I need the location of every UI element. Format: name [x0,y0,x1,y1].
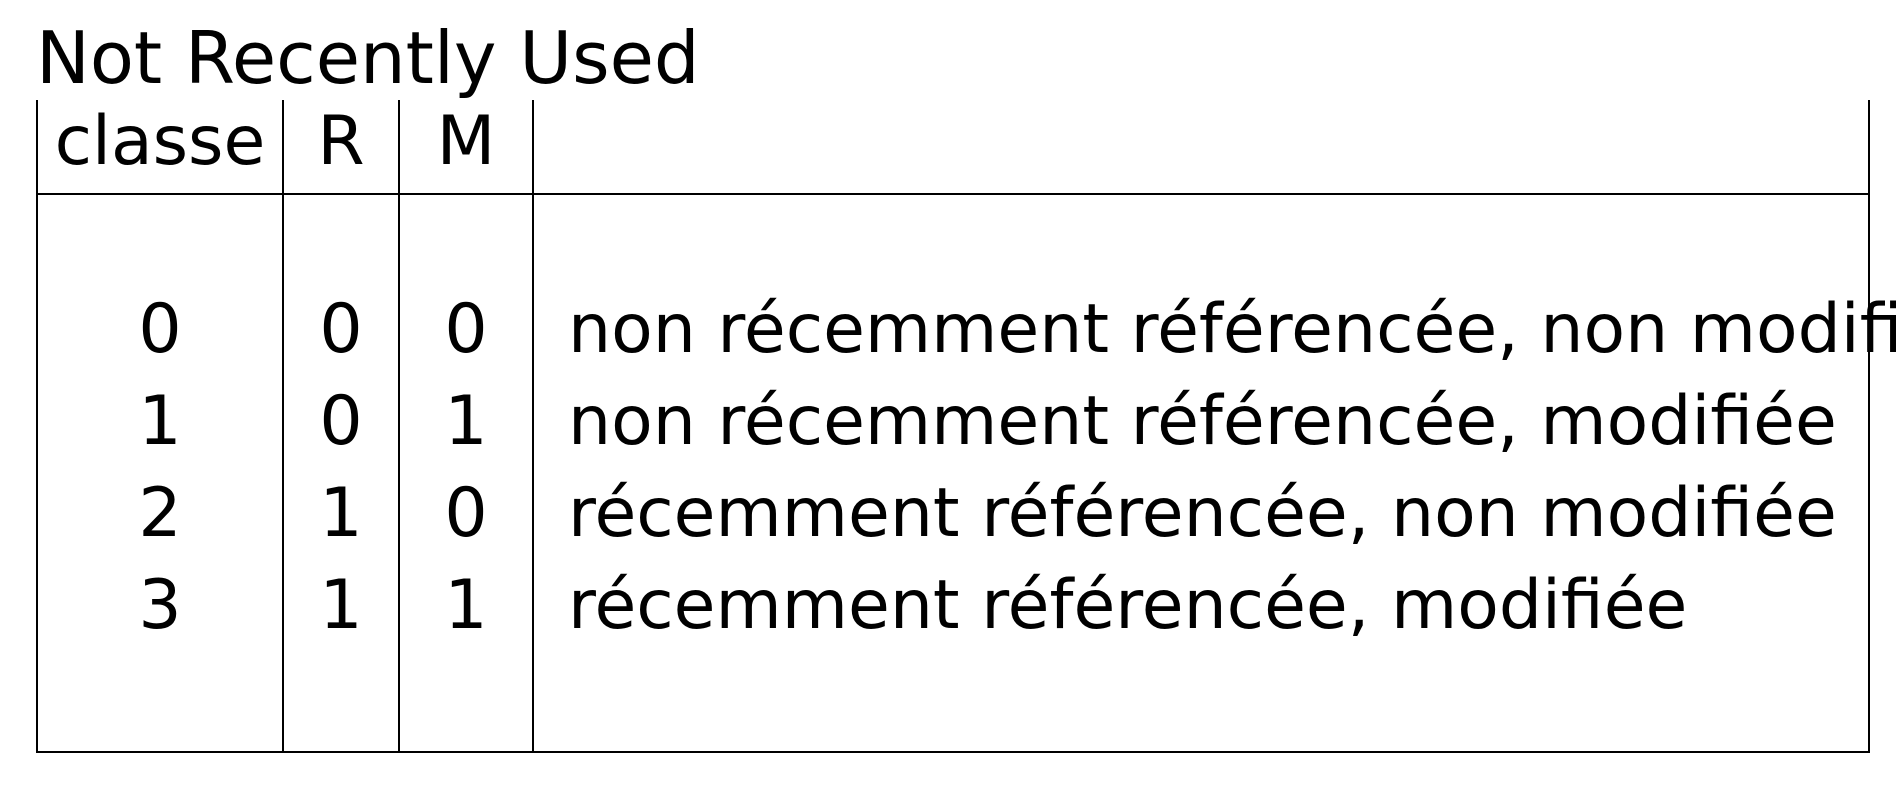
table-cell-description: non récemment référencée, modifiée [568,382,1837,461]
table-cell-classe: 2 [138,474,182,553]
table-cell-r: 0 [319,290,363,369]
table-cell-m: 0 [444,474,488,553]
table-cell-classe: 0 [138,290,182,369]
column-divider [532,100,534,753]
header-divider [36,193,1870,195]
table-cell-description: non récemment référencée, non modifiée [568,290,1896,369]
table-cell-classe: 3 [138,566,182,645]
column-header-r: R [317,102,365,181]
table-cell-r: 0 [319,382,363,461]
table-cell-r: 1 [319,566,363,645]
column-header-m: M [436,102,496,181]
table-cell-r: 1 [319,474,363,553]
table-cell-m: 0 [444,290,488,369]
table-cell-description: récemment référencée, modifiée [568,566,1688,645]
column-header-description [568,102,1858,182]
column-header-classe: classe [54,102,266,181]
table-cell-description: récemment référencée, non modifiée [568,474,1837,553]
table-cell-m: 1 [444,382,488,461]
page-title: Not Recently Used [36,16,700,100]
table-cell-classe: 1 [138,382,182,461]
table-cell-m: 1 [444,566,488,645]
